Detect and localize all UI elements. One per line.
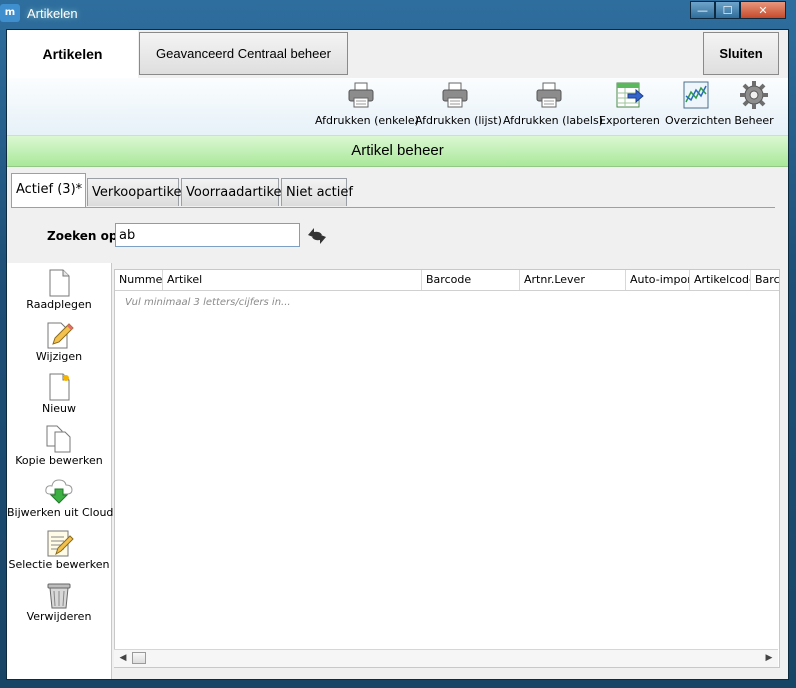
page-title: Artikel beheer <box>7 136 788 167</box>
print-single-button[interactable]: Afdrukken (enkele) <box>315 80 419 130</box>
document-icon <box>49 269 70 297</box>
trash-icon <box>47 583 71 609</box>
app-logo-icon: m <box>0 4 20 22</box>
client-area: Artikelen Geavanceerd Centraal beheer Sl… <box>6 29 789 680</box>
edit-icon <box>47 322 74 349</box>
refresh-icon[interactable] <box>304 223 330 249</box>
edit-selection-button[interactable]: Selectie bewerken <box>7 528 111 571</box>
maximize-button[interactable]: ☐ <box>715 1 740 19</box>
tab-voorraadartikel[interactable]: Voorraadartikel <box>181 178 285 206</box>
search-label: Zoeken op: <box>47 229 123 243</box>
export-icon <box>616 82 644 108</box>
column-header-artikel[interactable]: Artikel <box>163 270 422 290</box>
copy-icon <box>46 425 71 453</box>
minimize-button[interactable]: — <box>690 1 715 19</box>
column-header-barcode[interactable]: Barcode <box>422 270 520 290</box>
new-label: Nieuw <box>41 402 77 415</box>
delete-button[interactable]: Verwijderen <box>7 580 111 623</box>
print-list-button[interactable]: Afdrukken (lijst) <box>415 80 502 130</box>
copy-edit-label: Kopie bewerken <box>15 454 103 467</box>
table-header: Nummer Artikel Barcode Artnr.Lever Auto-… <box>115 270 779 291</box>
column-header-barco[interactable]: Barco <box>751 270 779 290</box>
export-label: Exporteren <box>599 114 660 127</box>
column-header-artnr-lever[interactable]: Artnr.Lever <box>520 270 626 290</box>
management-button[interactable]: Beheer <box>731 80 777 130</box>
new-button[interactable]: Nieuw <box>7 372 111 415</box>
scroll-thumb[interactable] <box>132 652 146 664</box>
delete-label: Verwijderen <box>26 610 92 623</box>
print-single-label: Afdrukken (enkele) <box>315 114 419 127</box>
window-title: Artikelen <box>27 6 78 21</box>
scroll-right-icon[interactable]: ▶ <box>763 652 775 664</box>
tab-artikelen[interactable]: Artikelen <box>7 30 138 78</box>
articles-table[interactable]: Nummer Artikel Barcode Artnr.Lever Auto-… <box>114 269 780 668</box>
column-header-artikelcode[interactable]: Artikelcode <box>690 270 751 290</box>
view-label: Raadplegen <box>26 298 92 311</box>
horizontal-scrollbar[interactable]: ◀ ▶ <box>114 649 778 667</box>
new-document-icon <box>49 373 70 401</box>
scroll-left-icon[interactable]: ◀ <box>117 652 129 664</box>
toolbar: Afdrukken (enkele) Afdrukken (lijst) Afd… <box>7 78 788 136</box>
edit-selection-label: Selectie bewerken <box>8 558 110 571</box>
view-button[interactable]: Raadplegen <box>7 268 111 311</box>
column-header-nummer[interactable]: Nummer <box>115 270 163 290</box>
advanced-central-management-button[interactable]: Geavanceerd Centraal beheer <box>139 32 348 75</box>
overviews-label: Overzichten <box>665 114 732 127</box>
printer-icon <box>442 82 468 108</box>
cloud-download-icon <box>45 479 73 504</box>
edit-label: Wijzigen <box>35 350 83 363</box>
gear-icon <box>740 81 768 109</box>
action-panel: Raadplegen Wijzigen Nieuw Kopie bewerken… <box>7 263 114 679</box>
close-button[interactable]: Sluiten <box>703 32 779 75</box>
print-labels-label: Afdrukken (labels) <box>503 114 603 127</box>
edit-button[interactable]: Wijzigen <box>7 320 111 363</box>
export-button[interactable]: Exporteren <box>599 80 660 130</box>
title-bar[interactable]: m Artikelen — ☐ ✕ <box>0 0 796 28</box>
update-from-cloud-label: Bijwerken uit Cloud <box>7 506 114 519</box>
tab-actief[interactable]: Actief (3)* <box>11 173 86 207</box>
update-from-cloud-button[interactable]: Bijwerken uit Cloud <box>7 476 114 519</box>
chart-icon <box>683 81 709 109</box>
search-input[interactable] <box>115 223 300 247</box>
copy-edit-button[interactable]: Kopie bewerken <box>7 424 111 467</box>
overviews-button[interactable]: Overzichten <box>665 80 732 130</box>
empty-hint: Vul minimaal 3 letters/cijfers in... <box>125 297 291 308</box>
printer-icon <box>536 82 562 108</box>
top-bar: Artikelen Geavanceerd Centraal beheer Sl… <box>7 30 788 78</box>
print-list-label: Afdrukken (lijst) <box>415 114 502 127</box>
column-header-auto-import[interactable]: Auto-import <box>626 270 690 290</box>
close-window-button[interactable]: ✕ <box>740 1 786 19</box>
tab-verkoopartikel[interactable]: Verkoopartikel <box>87 178 185 206</box>
management-label: Beheer <box>734 114 774 127</box>
window-controls: — ☐ ✕ <box>690 1 786 19</box>
list-edit-icon <box>47 530 74 557</box>
tab-niet-actief[interactable]: Niet actief <box>281 178 353 206</box>
print-labels-button[interactable]: Afdrukken (labels) <box>503 80 603 130</box>
tab-strip: Actief (3)* Verkoopartikel Voorraadartik… <box>11 173 775 208</box>
printer-icon <box>348 82 374 108</box>
